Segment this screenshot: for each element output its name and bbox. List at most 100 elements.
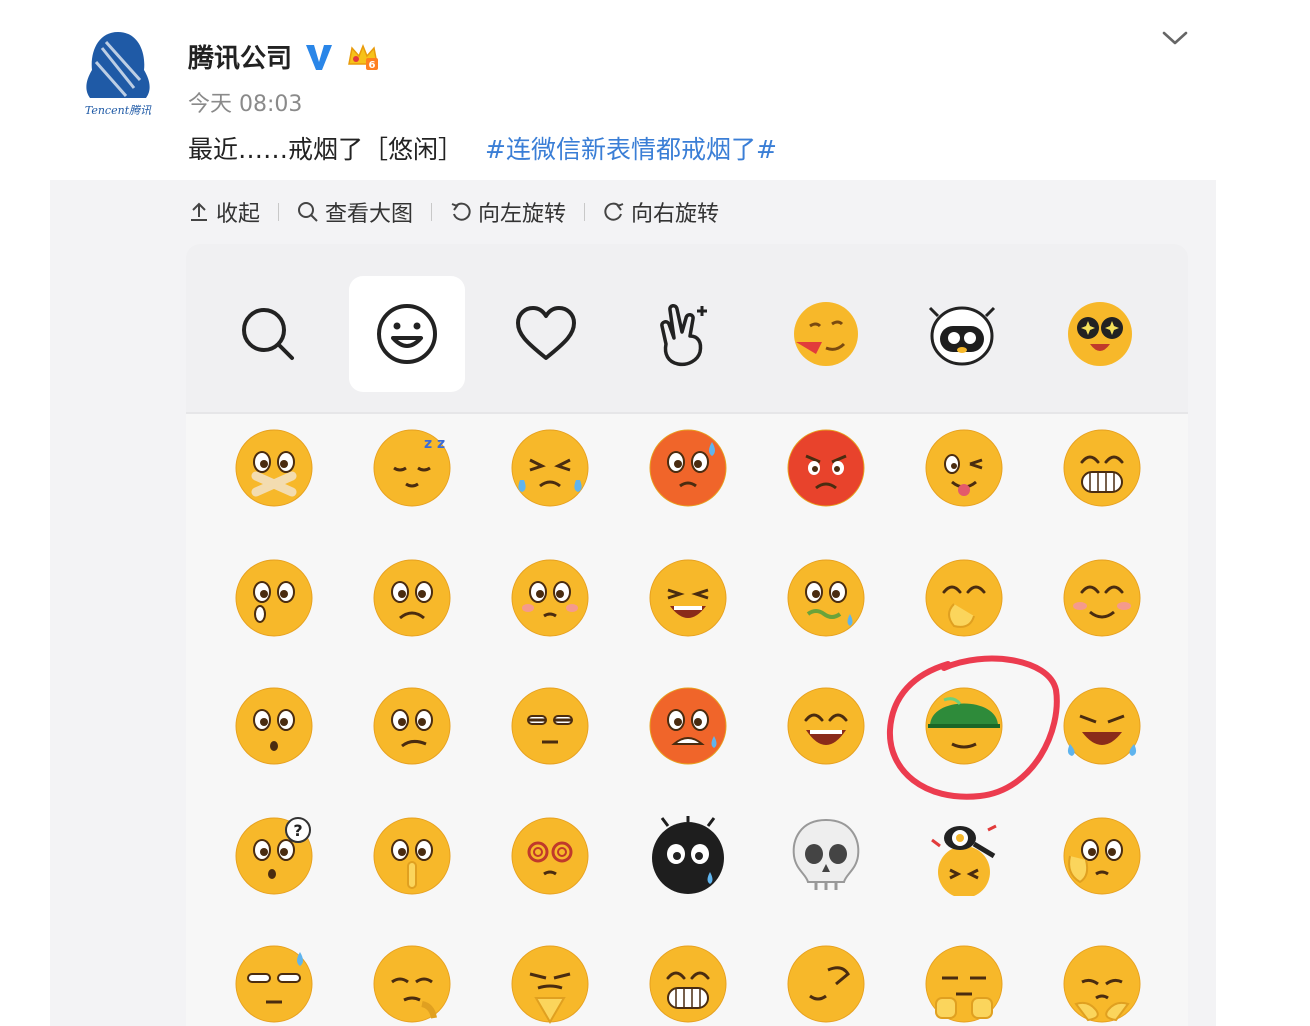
gesture-icon (660, 304, 707, 367)
smiley-icon (377, 304, 437, 364)
emoji-sweat-angry-glyph (649, 687, 727, 765)
heart-icon (516, 306, 576, 360)
tab-gesture[interactable] (628, 276, 744, 392)
rotate-right-icon (604, 202, 624, 221)
emoji-shush[interactable] (372, 816, 452, 896)
author-name[interactable]: 腾讯公司 6 (188, 38, 380, 75)
tencent-avatar[interactable]: Tencent腾讯 (76, 28, 160, 120)
emoji-facepalm-glyph (1063, 817, 1141, 895)
emoji-furious-cry-glyph (1063, 687, 1141, 765)
red-highlight-circle (886, 655, 1060, 800)
smirk-sticker-icon (794, 302, 858, 366)
svg-text:Tencent腾讯: Tencent腾讯 (85, 104, 152, 117)
tab-search[interactable] (210, 276, 326, 392)
emoji-smirk[interactable] (786, 944, 866, 1024)
emoji-sweat-smirk[interactable] (234, 944, 314, 1024)
collapse-up-icon (191, 202, 207, 221)
emoji-dizzy-glyph (511, 817, 589, 895)
emoji-angry-red-glyph (787, 429, 865, 507)
panel-divider (186, 412, 1188, 414)
view-large-label: 查看大图 (325, 202, 414, 227)
emoji-question-glyph: ? (235, 817, 313, 895)
emoji-hush-tape-glyph (235, 429, 313, 507)
emoji-shy-worried[interactable] (510, 558, 590, 638)
emoji-shocked-glyph (235, 559, 313, 637)
verified-v-icon (306, 44, 333, 70)
emoji-pray-glyph (511, 945, 589, 1024)
emoji-hush-tape[interactable] (234, 428, 314, 508)
emoji-big-grin[interactable] (1062, 428, 1142, 508)
emoji-happy-open-glyph (787, 687, 865, 765)
svg-text:6: 6 (369, 60, 376, 71)
emoji-sweat-smirk-glyph (235, 945, 313, 1023)
emoji-blush-smile[interactable] (1062, 558, 1142, 638)
tab-sticker-2[interactable] (904, 276, 1020, 392)
tab-smiley[interactable] (349, 276, 465, 392)
emoji-nauseous-glyph (787, 559, 865, 637)
rotate-right-button[interactable]: 向右旋转 (603, 196, 719, 228)
emoji-thinking-hand[interactable] (372, 944, 452, 1024)
collapse-button[interactable]: 收起 (188, 196, 260, 228)
emoji-sweat-angry[interactable] (648, 686, 728, 766)
rotate-left-icon (451, 202, 471, 221)
tab-sticker-3[interactable] (1042, 276, 1158, 392)
emoji-wink-tongue-glyph (925, 429, 1003, 507)
emoji-furious-cry[interactable] (1062, 686, 1142, 766)
emoji-worried-hands-glyph (1063, 945, 1141, 1023)
emoji-happy-open[interactable] (786, 686, 866, 766)
emoji-smirk-glyph (787, 945, 865, 1023)
emoji-pray[interactable] (510, 944, 590, 1024)
emoji-laugh-loud[interactable] (648, 558, 728, 638)
image-toolbar: 收起 查看大图 向左旋转 向右旋转 (188, 196, 719, 228)
emoji-dizzy[interactable] (510, 816, 590, 896)
emoji-laugh-loud-glyph (649, 559, 727, 637)
starry-eyes-sticker-icon (1068, 302, 1132, 366)
emoji-wink-tongue[interactable] (924, 428, 1004, 508)
rotate-right-label: 向右旋转 (631, 202, 720, 227)
emoji-skull-glyph (792, 818, 860, 890)
emoji-pan-hit-glyph (931, 824, 997, 896)
emoji-confused-glyph (373, 687, 451, 765)
emoji-cry-laugh-glyph (511, 429, 589, 507)
emoji-worried-hands[interactable] (1062, 944, 1142, 1024)
emoji-sleepy-glyph: z z (373, 429, 451, 507)
emoji-skull[interactable] (786, 816, 866, 896)
toolbar-divider (431, 203, 433, 221)
svg-text:z z: z z (424, 436, 445, 452)
emoji-giggle-cover-glyph (925, 559, 1003, 637)
hashtag-link[interactable]: #连微信新表情都戒烟了# (485, 135, 777, 164)
emoji-surprised-glyph (235, 687, 313, 765)
emoji-fist-bump[interactable] (924, 944, 1004, 1024)
rotate-left-label: 向左旋转 (478, 202, 567, 227)
emoji-unamused[interactable] (510, 686, 590, 766)
emoji-sweat-orange-glyph (649, 429, 727, 507)
emoji-sweat-orange[interactable] (648, 428, 728, 508)
emoji-grimace[interactable] (648, 944, 728, 1024)
author-name-text[interactable]: 腾讯公司 (188, 38, 292, 75)
rotate-left-button[interactable]: 向左旋转 (450, 196, 566, 228)
emoji-question[interactable]: ? (234, 816, 314, 896)
view-large-button[interactable]: 查看大图 (297, 196, 413, 228)
emoji-unamused-glyph (511, 687, 589, 765)
emoji-confused[interactable] (372, 686, 452, 766)
tab-heart[interactable] (488, 276, 604, 392)
emoji-black-bomb[interactable] (648, 816, 728, 896)
post-time: 今天 08:03 (188, 92, 303, 117)
post-text: 最近……戒烟了［悠闲］ #连微信新表情都戒烟了# (188, 130, 777, 166)
emoji-shocked[interactable] (234, 558, 314, 638)
emoji-surprised[interactable] (234, 686, 314, 766)
tab-sticker-1[interactable] (766, 276, 882, 392)
emoji-blush-smile-glyph (1063, 559, 1141, 637)
magnifier-icon (298, 202, 318, 222)
emoji-sad[interactable] (372, 558, 452, 638)
emoji-angry-red[interactable] (786, 428, 866, 508)
emoji-pan-hit[interactable] (924, 816, 1004, 896)
emoji-facepalm[interactable] (1062, 816, 1142, 896)
emoji-cry-laugh[interactable] (510, 428, 590, 508)
emoji-sleepy[interactable]: z z (372, 428, 452, 508)
emoji-nauseous[interactable] (786, 558, 866, 638)
emoji-big-grin-glyph (1063, 429, 1141, 507)
chevron-down-icon[interactable] (1160, 26, 1190, 50)
post-body: 最近……戒烟了［悠闲］ (188, 135, 464, 164)
emoji-giggle-cover[interactable] (924, 558, 1004, 638)
